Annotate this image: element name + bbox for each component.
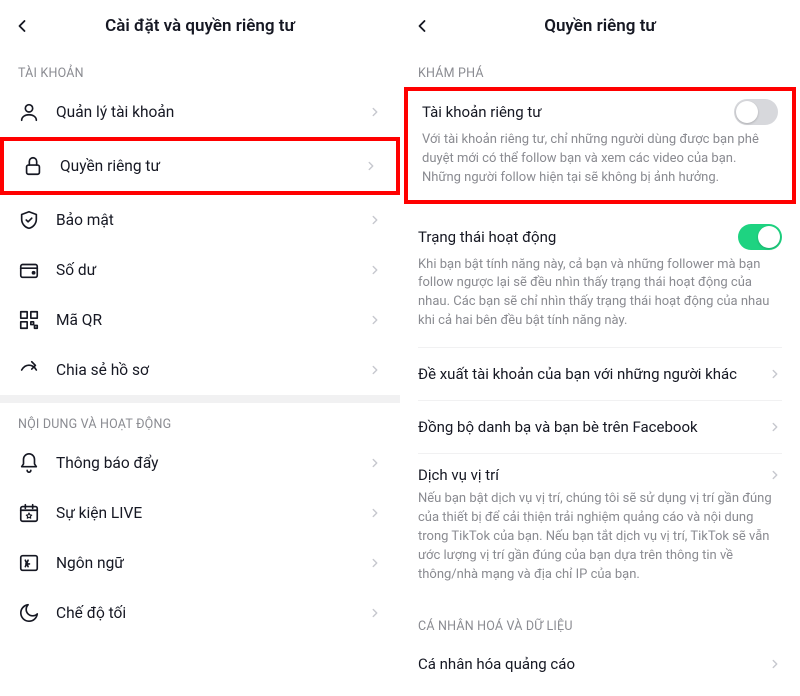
chevron-left-icon	[12, 16, 32, 36]
chevron-left-icon	[412, 16, 432, 36]
page-title: Cài đặt và quyền riêng tư	[105, 16, 295, 36]
row-balance[interactable]: Số dư	[0, 245, 400, 295]
page-title: Quyền riêng tư	[544, 16, 656, 36]
chevron-right-icon	[368, 105, 382, 119]
back-button[interactable]	[410, 14, 434, 38]
row-suggest-account[interactable]: Đề xuất tài khoản của bạn với những ngườ…	[400, 348, 800, 400]
back-button[interactable]	[10, 14, 34, 38]
language-icon	[18, 552, 40, 574]
row-qr[interactable]: Mã QR	[0, 295, 400, 345]
chevron-right-icon	[368, 213, 382, 227]
moon-icon	[18, 602, 40, 624]
share-icon	[18, 359, 40, 381]
wallet-icon	[18, 259, 40, 281]
section-label-content: NỘI DUNG VÀ HOẠT ĐỘNG	[0, 403, 400, 438]
chevron-right-icon	[768, 657, 782, 671]
chevron-right-icon	[368, 456, 382, 470]
row-label: Quản lý tài khoản	[56, 103, 368, 121]
location-title: Dịch vụ vị trí	[418, 466, 499, 484]
chevron-right-icon	[368, 363, 382, 377]
block-private-account: Tài khoản riêng tư Với tài khoản riêng t…	[404, 87, 796, 204]
row-share-profile[interactable]: Chia sẻ hồ sơ	[0, 345, 400, 395]
row-live-events[interactable]: Sự kiện LIVE	[0, 488, 400, 538]
chevron-right-icon	[368, 506, 382, 520]
row-label: Chia sẻ hồ sơ	[56, 361, 368, 379]
row-label: Số dư	[56, 261, 368, 279]
block-activity-status: Trạng thái hoạt động Khi bạn bật tính nă…	[400, 212, 800, 347]
row-security[interactable]: Bảo mật	[0, 195, 400, 245]
location-desc: Nếu bạn bật dịch vụ vị trí, chúng tôi sẽ…	[418, 490, 782, 584]
activity-status-toggle[interactable]	[738, 224, 782, 250]
lock-icon	[22, 155, 44, 177]
row-sync-contacts[interactable]: Đồng bộ danh bạ và bạn bè trên Facebook	[400, 401, 800, 453]
chevron-right-icon	[364, 159, 378, 173]
row-label: Ngôn ngữ	[56, 554, 368, 572]
row-push-notifications[interactable]: Thông báo đẩy	[0, 438, 400, 488]
section-label-account: TÀI KHOẢN	[0, 52, 400, 87]
screen-privacy: Quyền riêng tư KHÁM PHÁ Tài khoản riêng …	[400, 0, 800, 696]
row-label: Sự kiện LIVE	[56, 504, 368, 522]
divider	[0, 395, 400, 403]
row-label: Quyền riêng tư	[60, 157, 364, 175]
row-ad-personalization[interactable]: Cá nhân hóa quảng cáo	[400, 638, 800, 690]
chevron-right-icon	[368, 606, 382, 620]
section-label-discover: KHÁM PHÁ	[400, 52, 800, 85]
chevron-right-icon	[368, 556, 382, 570]
row-label: Cá nhân hóa quảng cáo	[418, 654, 768, 674]
calendar-star-icon	[18, 502, 40, 524]
row-manage-account[interactable]: Quản lý tài khoản	[0, 87, 400, 137]
row-label: Đồng bộ danh bạ và bạn bè trên Facebook	[418, 417, 768, 437]
header: Cài đặt và quyền riêng tư	[0, 0, 400, 52]
section-label-personal: CÁ NHÂN HOÁ VÀ DỮ LIỆU	[400, 601, 800, 638]
row-label: Đề xuất tài khoản của bạn với những ngườ…	[418, 364, 768, 384]
chevron-right-icon	[768, 420, 782, 434]
qr-icon	[18, 309, 40, 331]
user-icon	[18, 101, 40, 123]
shield-icon	[18, 209, 40, 231]
header: Quyền riêng tư	[400, 0, 800, 52]
row-label: Mã QR	[56, 311, 368, 329]
block-location[interactable]: Dịch vụ vị trí Nếu bạn bật dịch vụ vị tr…	[400, 454, 800, 600]
bell-icon	[18, 452, 40, 474]
row-dark-mode[interactable]: Chế độ tối	[0, 588, 400, 638]
activity-status-desc: Khi bạn bật tính năng này, cả bạn và nhữ…	[418, 256, 782, 331]
chevron-right-icon	[368, 263, 382, 277]
screen-settings: Cài đặt và quyền riêng tư TÀI KHOẢN Quản…	[0, 0, 400, 696]
row-label: Thông báo đẩy	[56, 454, 368, 472]
chevron-right-icon	[768, 367, 782, 381]
row-privacy[interactable]: Quyền riêng tư	[0, 137, 400, 195]
chevron-right-icon	[768, 468, 782, 482]
row-language[interactable]: Ngôn ngữ	[0, 538, 400, 588]
private-account-desc: Với tài khoản riêng tư, chỉ những người …	[422, 131, 778, 188]
private-account-toggle[interactable]	[734, 99, 778, 125]
row-label: Chế độ tối	[56, 604, 368, 622]
chevron-right-icon	[368, 313, 382, 327]
activity-status-title: Trạng thái hoạt động	[418, 228, 556, 246]
private-account-title: Tài khoản riêng tư	[422, 103, 542, 121]
row-label: Bảo mật	[56, 211, 368, 229]
